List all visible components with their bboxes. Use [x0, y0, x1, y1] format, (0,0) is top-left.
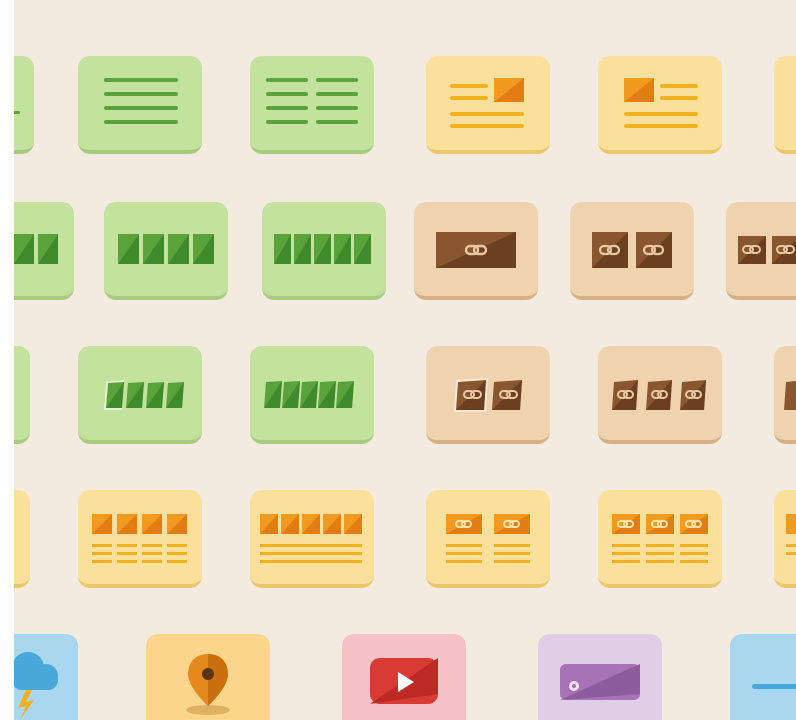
partial-tilted-icon[interactable] — [14, 346, 30, 444]
single-link-image-icon[interactable] — [414, 202, 538, 300]
partial-grid-icon[interactable] — [14, 490, 30, 588]
text-lines-icon[interactable] — [78, 56, 202, 154]
icon-canvas — [14, 0, 796, 720]
media-player-icon[interactable] — [538, 634, 662, 720]
partial-lines-icon[interactable] — [14, 56, 34, 154]
two-tilted-link-images-icon[interactable] — [426, 346, 550, 444]
partial-link-images-icon[interactable] — [726, 202, 796, 300]
four-tilted-images-icon[interactable] — [78, 346, 202, 444]
map-pin-icon[interactable] — [146, 634, 270, 720]
four-column-grid-icon[interactable] — [78, 490, 202, 588]
partial-link-grid-icon[interactable] — [774, 490, 796, 588]
text-with-image-right-icon[interactable] — [426, 56, 550, 154]
three-link-columns-icon[interactable] — [598, 490, 722, 588]
two-link-images-icon[interactable] — [570, 202, 694, 300]
three-tilted-link-images-icon[interactable] — [598, 346, 722, 444]
five-image-gallery-icon[interactable] — [262, 202, 386, 300]
text-with-image-left-icon[interactable] — [598, 56, 722, 154]
partial-tilted-link-icon[interactable] — [774, 346, 796, 444]
two-link-columns-icon[interactable] — [426, 490, 550, 588]
youtube-play-icon[interactable] — [342, 634, 466, 720]
cloud-icon[interactable] — [14, 634, 78, 720]
four-image-gallery-icon[interactable] — [104, 202, 228, 300]
five-tilted-images-icon[interactable] — [250, 346, 374, 444]
two-column-text-icon[interactable] — [250, 56, 374, 154]
partial-card-icon[interactable] — [774, 56, 796, 154]
five-column-grid-icon[interactable] — [250, 490, 374, 588]
partial-divider-icon[interactable] — [730, 634, 796, 720]
partial-gallery-icon[interactable] — [14, 202, 74, 300]
